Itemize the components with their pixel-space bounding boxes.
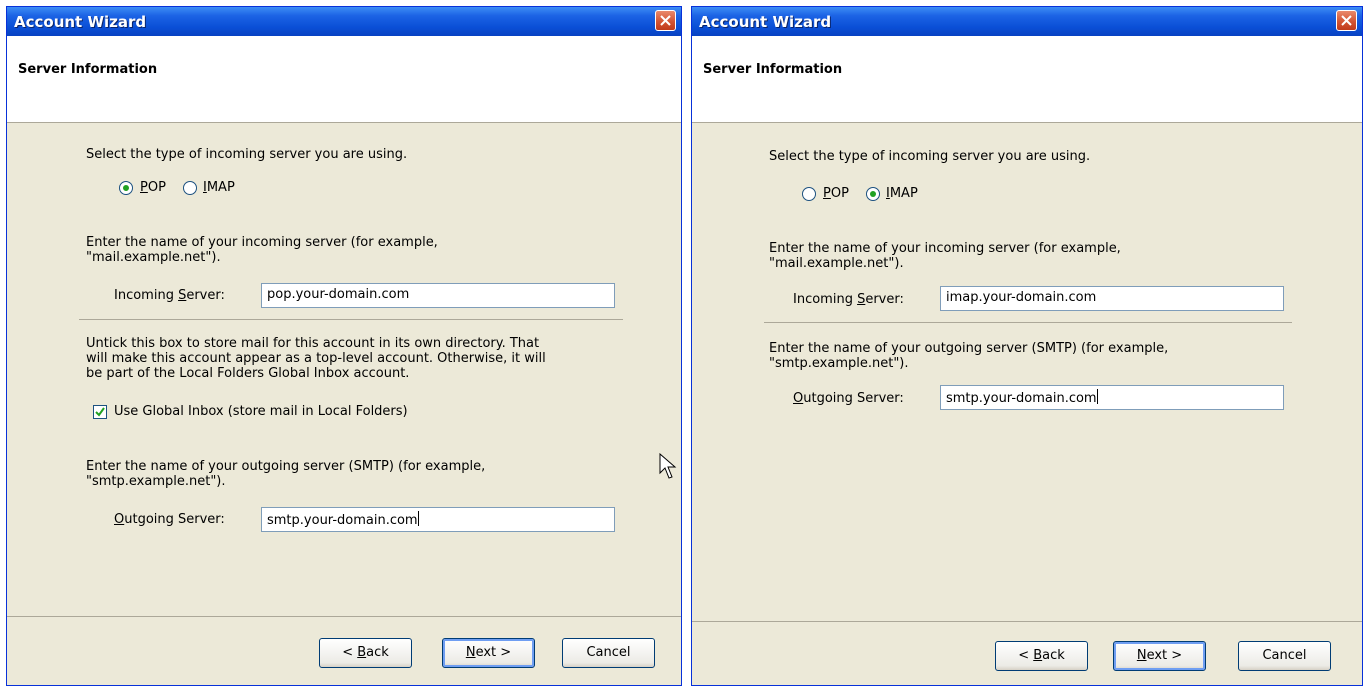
incoming-server-label: Incoming Server: [114, 288, 225, 303]
page-title: Server Information [18, 62, 158, 77]
close-button[interactable] [1336, 10, 1357, 31]
title-bar[interactable]: Account Wizard [692, 7, 1362, 36]
incoming-server-prompt-line2: "mail.example.net"). [769, 256, 904, 271]
imap-radio[interactable] [866, 187, 880, 201]
close-icon [660, 15, 671, 26]
incoming-server-value: pop.your-domain.com [267, 287, 410, 302]
incoming-server-prompt-line1: Enter the name of your incoming server (… [86, 235, 438, 250]
outgoing-server-input[interactable]: smtp.your-domain.com [940, 385, 1284, 410]
outgoing-server-label: Outgoing Server: [793, 391, 904, 406]
page-title: Server Information [703, 62, 843, 77]
back-button[interactable]: < Back [995, 641, 1088, 671]
checkmark-icon [95, 407, 105, 417]
mouse-pointer-icon [659, 453, 677, 479]
radio-selected-dot [870, 191, 876, 197]
incoming-server-prompt-line1: Enter the name of your incoming server (… [769, 241, 1121, 256]
account-wizard-window-imap: Account Wizard Server Information Select… [691, 6, 1363, 686]
global-inbox-note-line1: Untick this box to store mail for this a… [86, 336, 540, 351]
cancel-button[interactable]: Cancel [1238, 641, 1331, 671]
footer-separator [692, 621, 1362, 622]
text-caret [1096, 389, 1098, 404]
imap-radio[interactable] [183, 181, 197, 195]
wizard-header: Server Information [692, 36, 1362, 123]
window-title: Account Wizard [14, 13, 147, 31]
incoming-server-label: Incoming Server: [793, 292, 904, 307]
outgoing-server-input[interactable]: smtp.your-domain.com [261, 507, 615, 532]
global-inbox-note-line3: be part of the Local Folders Global Inbo… [86, 366, 410, 381]
cancel-button[interactable]: Cancel [562, 638, 655, 668]
next-button[interactable]: Next > [442, 638, 535, 668]
separator [764, 322, 1292, 323]
server-type-prompt: Select the type of incoming server you a… [769, 149, 1091, 164]
back-button[interactable]: < Back [319, 638, 412, 668]
global-inbox-label[interactable]: Use Global Inbox (store mail in Local Fo… [114, 404, 408, 419]
global-inbox-checkbox[interactable] [93, 405, 107, 419]
outgoing-server-prompt-line2: "smtp.example.net"). [86, 474, 226, 489]
pop-radio-label[interactable]: POP [140, 180, 166, 195]
wizard-header: Server Information [7, 36, 681, 123]
pop-radio[interactable] [802, 187, 816, 201]
incoming-server-input[interactable]: pop.your-domain.com [261, 283, 615, 308]
window-title: Account Wizard [699, 13, 832, 31]
imap-radio-label[interactable]: IMAP [203, 180, 235, 195]
account-wizard-window-pop: Account Wizard Server Information Select… [6, 6, 682, 686]
outgoing-server-value: smtp.your-domain.com [267, 513, 418, 528]
incoming-server-prompt-line2: "mail.example.net"). [86, 250, 221, 265]
separator [79, 319, 623, 320]
outgoing-server-prompt-line2: "smtp.example.net"). [769, 356, 909, 371]
outgoing-server-label: Outgoing Server: [114, 512, 225, 527]
outgoing-server-value: smtp.your-domain.com [946, 391, 1097, 406]
close-button[interactable] [655, 10, 676, 31]
next-button[interactable]: Next > [1113, 641, 1206, 671]
radio-selected-dot [123, 185, 129, 191]
close-icon [1341, 15, 1352, 26]
global-inbox-note-line2: will make this account appear as a top-l… [86, 351, 546, 366]
imap-radio-label[interactable]: IMAP [886, 186, 918, 201]
pop-radio[interactable] [119, 181, 133, 195]
pop-radio-label[interactable]: POP [823, 186, 849, 201]
title-bar[interactable]: Account Wizard [7, 7, 681, 36]
incoming-server-value: imap.your-domain.com [946, 290, 1097, 305]
outgoing-server-prompt-line1: Enter the name of your outgoing server (… [86, 459, 486, 474]
footer-separator [7, 616, 681, 617]
text-caret [417, 511, 419, 526]
server-type-prompt: Select the type of incoming server you a… [86, 147, 408, 162]
outgoing-server-prompt-line1: Enter the name of your outgoing server (… [769, 341, 1169, 356]
incoming-server-input[interactable]: imap.your-domain.com [940, 286, 1284, 311]
